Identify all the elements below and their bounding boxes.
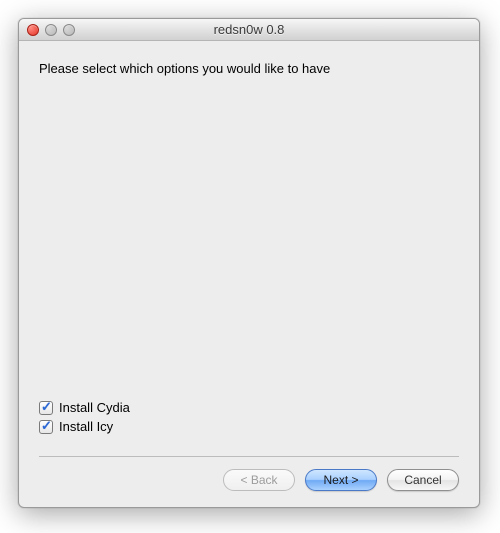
back-button: < Back — [223, 469, 295, 491]
checkbox-icon[interactable] — [39, 401, 53, 415]
window-title: redsn0w 0.8 — [19, 22, 479, 37]
spacer — [39, 76, 459, 400]
zoom-icon[interactable] — [63, 24, 75, 36]
footer: < Back Next > Cancel — [19, 469, 479, 507]
next-button[interactable]: Next > — [305, 469, 377, 491]
option-label: Install Icy — [59, 419, 113, 434]
minimize-icon[interactable] — [45, 24, 57, 36]
traffic-lights — [19, 24, 75, 36]
app-window: redsn0w 0.8 Please select which options … — [18, 18, 480, 508]
cancel-button[interactable]: Cancel — [387, 469, 459, 491]
content-area: Please select which options you would li… — [19, 41, 479, 469]
separator — [39, 456, 459, 457]
checkbox-icon[interactable] — [39, 420, 53, 434]
prompt-text: Please select which options you would li… — [39, 61, 459, 76]
titlebar[interactable]: redsn0w 0.8 — [19, 19, 479, 41]
close-icon[interactable] — [27, 24, 39, 36]
option-install-icy[interactable]: Install Icy — [39, 419, 459, 434]
option-install-cydia[interactable]: Install Cydia — [39, 400, 459, 415]
options-group: Install Cydia Install Icy — [39, 400, 459, 438]
option-label: Install Cydia — [59, 400, 130, 415]
